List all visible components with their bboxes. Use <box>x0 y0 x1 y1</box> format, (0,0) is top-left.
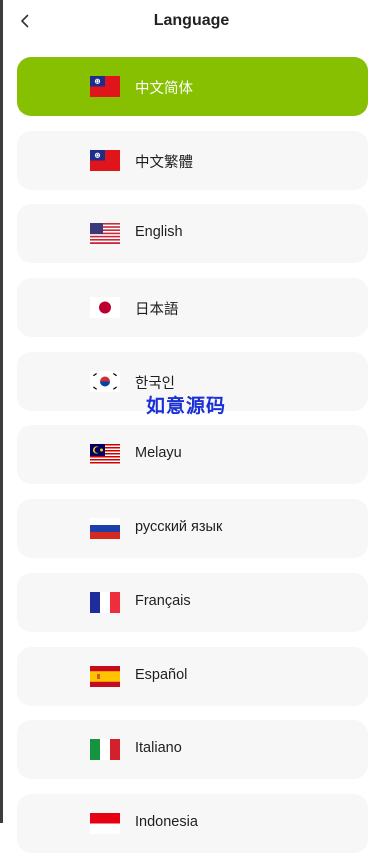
language-item-italian[interactable]: Italiano <box>17 720 368 780</box>
language-item-english[interactable]: English <box>17 204 368 264</box>
watermark: 如意源码 <box>146 395 227 417</box>
language-label: 日本語 <box>135 302 179 319</box>
language-label: русский язык <box>135 519 223 536</box>
language-item-indonesian[interactable]: Indonesia <box>17 793 368 853</box>
malaysia-flag-icon <box>90 444 120 466</box>
language-item-zh-hans[interactable]: 中文简体 <box>17 57 368 116</box>
italy-flag-icon <box>90 739 120 761</box>
japan-flag-icon <box>90 297 120 319</box>
language-label: English <box>135 224 183 241</box>
language-label: 한국인 <box>135 375 176 392</box>
language-label: Italiano <box>135 740 182 757</box>
language-item-malay[interactable]: Melayu <box>17 425 368 485</box>
language-label: 中文简体 <box>135 81 193 97</box>
russia-flag-icon <box>90 518 120 540</box>
indonesia-flag-icon <box>90 812 120 834</box>
language-label: 中文繁體 <box>135 154 193 171</box>
language-list: 中文简体 中文繁體 English 日本語 한국인 Melayu русский… <box>17 57 368 868</box>
language-label: Français <box>135 592 191 609</box>
language-item-french[interactable]: Français <box>17 572 368 632</box>
header: Language <box>0 0 383 44</box>
language-item-russian[interactable]: русский язык <box>17 499 368 559</box>
left-edge-divider <box>0 0 3 823</box>
language-item-zh-hant[interactable]: 中文繁體 <box>17 130 368 190</box>
taiwan-flag-icon <box>90 149 120 171</box>
korea-flag-icon <box>90 370 120 392</box>
language-item-japanese[interactable]: 日本語 <box>17 278 368 338</box>
language-label: Español <box>135 666 188 683</box>
language-label: Melayu <box>135 445 182 462</box>
language-label: Indonesia <box>135 813 198 830</box>
taiwan-flag-icon <box>90 76 120 97</box>
us-flag-icon <box>90 223 120 245</box>
page-title: Language <box>153 12 230 29</box>
language-item-spanish[interactable]: Español <box>17 646 368 706</box>
spain-flag-icon <box>90 665 120 687</box>
france-flag-icon <box>90 591 120 613</box>
